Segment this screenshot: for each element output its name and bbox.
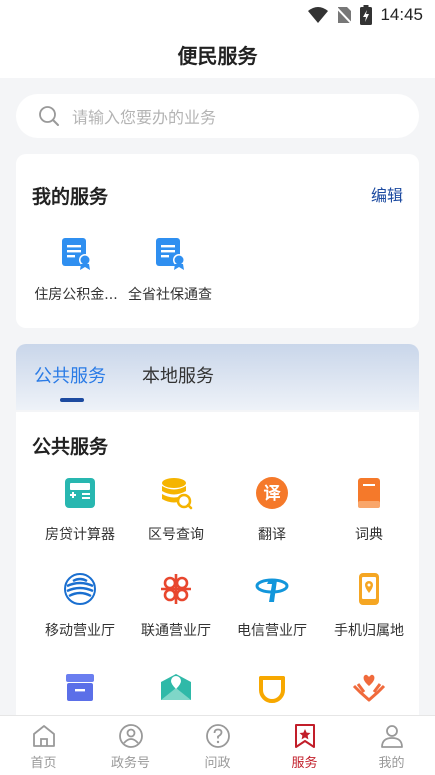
status-time: 14:45: [380, 5, 423, 24]
service-item-china-unicom[interactable]: 联通营业厅: [128, 572, 224, 640]
service-label: 房贷计算器: [45, 527, 115, 543]
search-placeholder: 请输入您要办的业务: [72, 108, 217, 127]
service-item-dictionary[interactable]: 词典: [321, 476, 417, 544]
edit-button[interactable]: 编辑: [371, 182, 403, 206]
translate-icon: 译: [256, 477, 288, 509]
service-item-map-mail[interactable]: [128, 670, 224, 718]
box-icon: [66, 674, 94, 701]
tab-public-services[interactable]: 公共服务: [34, 362, 106, 388]
nav-services[interactable]: 服务: [261, 716, 348, 775]
search-input[interactable]: 请输入您要办的业务: [16, 94, 419, 138]
no-sim-icon: [336, 6, 353, 25]
wifi-icon: [308, 7, 329, 23]
svg-text:译: 译: [264, 484, 282, 504]
tab-active-indicator: [60, 398, 84, 402]
my-service-item[interactable]: 住房公积金...: [30, 236, 122, 304]
service-label: 手机归属地: [334, 623, 404, 639]
home-icon: [32, 725, 55, 747]
dictionary-icon: [358, 478, 380, 508]
tab-local-services[interactable]: 本地服务: [142, 362, 214, 388]
search-icon: [39, 106, 59, 126]
service-label: 电信营业厅: [237, 623, 307, 639]
my-service-item[interactable]: 全省社保通查: [124, 236, 216, 304]
service-item-box[interactable]: [32, 670, 128, 718]
certificate-icon: [62, 238, 91, 270]
nav-label: 政务号: [110, 756, 150, 771]
user-icon: [380, 725, 403, 748]
certificate-icon: [156, 238, 185, 270]
service-item-charity[interactable]: [321, 670, 417, 718]
service-label: 区号查询: [148, 527, 204, 543]
nav-inquiry[interactable]: 问政: [174, 716, 261, 775]
service-label: 联通营业厅: [141, 623, 211, 639]
service-tabs: 公共服务 本地服务: [16, 344, 419, 410]
service-item-area-code[interactable]: 区号查询: [128, 476, 224, 544]
service-item-phone-location[interactable]: 手机归属地: [321, 572, 417, 640]
page-title: 便民服务: [177, 43, 258, 68]
battery-charging-icon: [360, 5, 373, 25]
public-services-card: 公共服务 房贷计算器 区号查询 译 翻译 词典 移动营业厅 联通营业厅 电信营业…: [16, 412, 419, 722]
service-item-translate[interactable]: 译 翻译: [224, 476, 320, 544]
database-search-icon: [162, 478, 193, 510]
nav-gov-account[interactable]: 政务号: [87, 716, 174, 775]
my-services-card: 我的服务 编辑 住房公积金... 全省社保通查: [16, 154, 419, 328]
nav-label: 我的: [378, 756, 405, 771]
map-mail-icon: [161, 674, 191, 700]
my-service-label: 全省社保通查: [128, 287, 212, 303]
phone-location-icon: [359, 573, 379, 605]
charity-hands-icon: [352, 674, 386, 702]
public-services-title: 公共服务: [32, 436, 109, 458]
calculator-icon: [65, 478, 95, 508]
status-bar: 14:45: [0, 0, 435, 30]
nav-label: 问政: [204, 756, 231, 771]
my-service-label: 住房公积金...: [34, 287, 118, 303]
service-item-ride[interactable]: [224, 670, 320, 718]
nav-mine[interactable]: 我的: [348, 716, 435, 775]
service-label: 词典: [355, 527, 383, 543]
service-label: 移动营业厅: [45, 623, 115, 639]
question-icon: [205, 724, 230, 748]
gov-account-icon: [118, 724, 143, 748]
title-bar: 便民服务: [0, 30, 435, 78]
bottom-nav: 首页 政务号 问政 服务 我的: [0, 715, 435, 775]
service-label: 翻译: [258, 527, 286, 543]
nav-home[interactable]: 首页: [0, 716, 87, 775]
service-item-china-telecom[interactable]: 电信营业厅: [224, 572, 320, 640]
china-telecom-icon: [255, 578, 289, 602]
ride-icon: [259, 676, 285, 703]
china-unicom-icon: [161, 574, 191, 604]
service-item-mortgage-calculator[interactable]: 房贷计算器: [32, 476, 128, 544]
service-item-china-mobile[interactable]: 移动营业厅: [32, 572, 128, 640]
my-services-title: 我的服务: [32, 186, 109, 208]
nav-label: 服务: [291, 756, 318, 771]
star-bookmark-icon: [294, 724, 315, 748]
status-icons: 14:45: [308, 4, 423, 26]
china-mobile-icon: [64, 573, 96, 605]
nav-label: 首页: [30, 756, 57, 771]
